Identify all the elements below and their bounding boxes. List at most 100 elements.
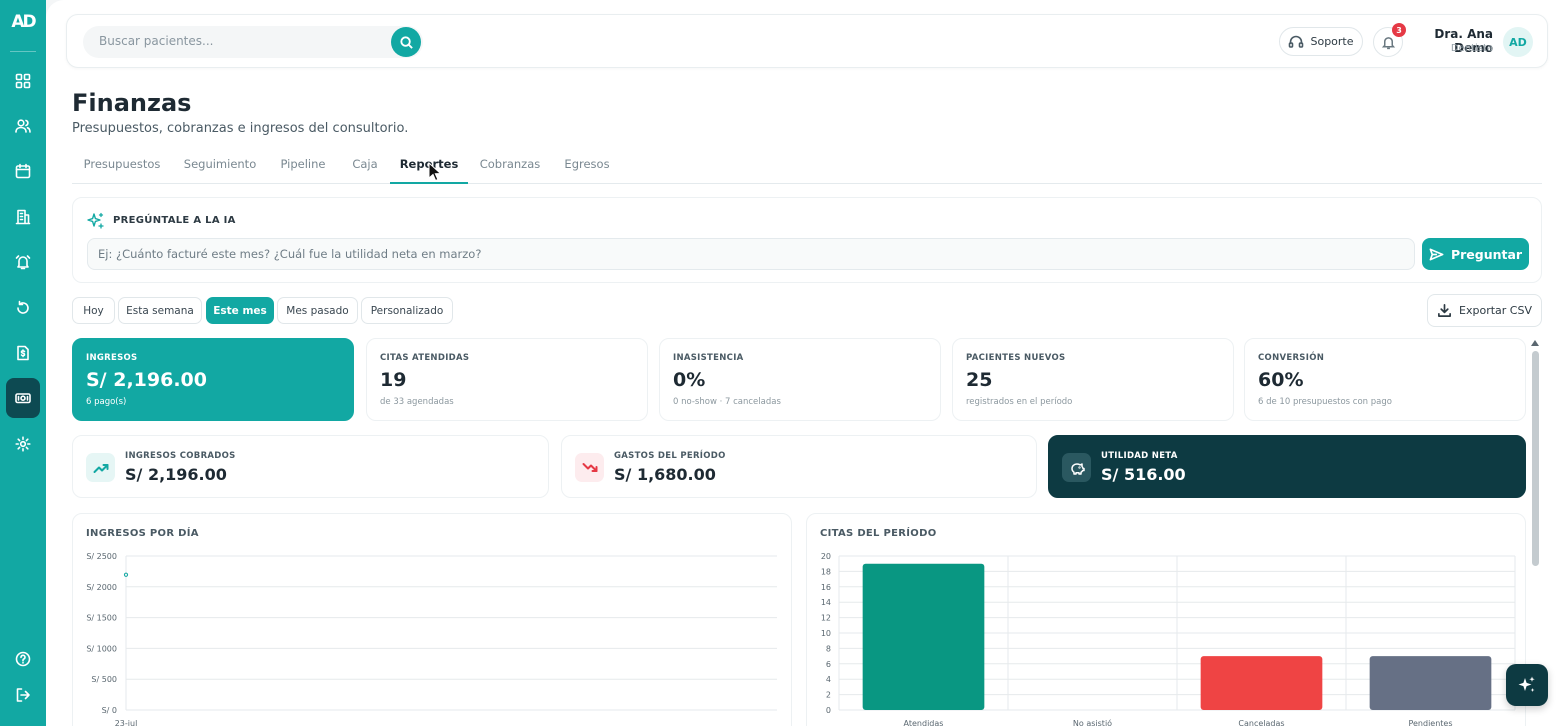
ask-label: Preguntar: [1450, 246, 1523, 262]
sidebar-item-dashboard[interactable]: [9, 67, 37, 95]
kpi-label: INGRESOS: [86, 353, 138, 363]
kpi-card-conversion: CONVERSIÓN 60% 6 de 10 presupuestos con …: [1244, 338, 1526, 421]
sparkles-icon: [87, 212, 104, 229]
scroll-up-arrow[interactable]: [1531, 340, 1539, 346]
summary-label: UTILIDAD NETA: [1101, 451, 1178, 461]
sidebar-item-finances[interactable]: [6, 378, 40, 418]
kpi-card-citas: CITAS ATENDIDAS 19 de 33 agendadas: [366, 338, 648, 421]
kpi-value: 0%: [673, 369, 706, 391]
kpi-sub: registrados en el período: [966, 397, 1073, 407]
summary-utilidad-neta: UTILIDAD NETA S/ 516.00: [1048, 435, 1526, 498]
x-tick-label: No asistió: [1073, 718, 1112, 726]
kpi-sub: 0 no-show · 7 canceladas: [673, 397, 781, 407]
summary-ingresos-cobrados: INGRESOS COBRADOS S/ 2,196.00: [72, 435, 549, 498]
period-esta-semana[interactable]: Esta semana: [118, 297, 202, 324]
sidebar-item-patients[interactable]: [9, 112, 37, 140]
sidebar-item-billing[interactable]: [9, 339, 37, 367]
export-csv-button[interactable]: Exportar CSV: [1427, 294, 1542, 327]
y-tick-label: 10: [821, 629, 831, 638]
sidebar-divider: [10, 51, 36, 52]
y-tick-label: 12: [821, 614, 831, 623]
kpi-card-ingresos: INGRESOS S/ 2,196.00 6 pago(s): [72, 338, 354, 421]
y-tick-label: S/ 1500: [86, 614, 117, 623]
period-personalizado[interactable]: Personalizado: [361, 297, 453, 324]
y-tick-label: 18: [821, 567, 831, 576]
kpi-sub: 6 pago(s): [86, 397, 127, 407]
line-chart: S/ 0 S/ 500 S/ 1000 S/ 1500 S/ 2000 S/ 2500 23…: [86, 552, 777, 726]
sidebar-item-logout[interactable]: [9, 681, 37, 709]
tab-caja[interactable]: Caja: [338, 157, 392, 184]
search-icon: [399, 35, 413, 49]
search-button[interactable]: [391, 27, 421, 57]
bar[interactable]: [1200, 656, 1323, 710]
alarm-icon: [15, 255, 31, 270]
calendar-icon: [15, 163, 31, 179]
money-icon: [15, 393, 31, 404]
refresh-icon: [17, 300, 29, 314]
user-role: Dentista: [1450, 43, 1493, 54]
trend-down-icon: [582, 462, 597, 472]
ai-question-input[interactable]: [87, 238, 1415, 270]
brand-logo[interactable]: AD: [8, 12, 38, 32]
x-tick-label: 23-jul: [115, 719, 138, 726]
sidebar-item-calendar[interactable]: [9, 157, 37, 185]
summary-value: S/ 1,680.00: [614, 465, 716, 484]
ai-assistant-fab[interactable]: [1506, 664, 1548, 706]
kpi-card-pacientes: PACIENTES NUEVOS 25 registrados en el pe…: [952, 338, 1234, 421]
gear-icon: [15, 436, 31, 452]
building-icon: [15, 209, 31, 225]
sparkles-icon: [1518, 676, 1535, 692]
period-mes-pasado[interactable]: Mes pasado: [277, 297, 358, 324]
ai-label: PREGÚNTALE A LA IA: [113, 215, 236, 226]
sidebar-item-reminders[interactable]: [9, 248, 37, 276]
kpi-label: CONVERSIÓN: [1258, 353, 1325, 363]
bar[interactable]: [1369, 656, 1492, 710]
avatar[interactable]: AD: [1503, 27, 1533, 57]
bar[interactable]: [862, 563, 985, 710]
y-tick-label: 6: [826, 660, 831, 669]
help-icon: [15, 651, 31, 667]
scrollbar-thumb[interactable]: [1532, 351, 1539, 566]
chart-card-citas-del-periodo: CITAS DEL PERÍODO 0 2 4 6 8 10 12 14 16 18 20 Atend…: [806, 513, 1526, 726]
tab-cobranzas[interactable]: Cobranzas: [468, 157, 552, 184]
headset-icon: [1289, 35, 1304, 48]
tab-seguimiento[interactable]: Seguimiento: [172, 157, 268, 184]
summary-value: S/ 516.00: [1101, 465, 1186, 484]
tab-egresos[interactable]: Egresos: [552, 157, 622, 184]
sidebar-item-history[interactable]: [9, 294, 37, 322]
kpi-label: INASISTENCIA: [673, 353, 744, 363]
page-subtitle: Presupuestos, cobranzas e ingresos del c…: [72, 121, 409, 136]
y-tick-label: 4: [826, 675, 831, 684]
chart-card-ingresos-por-dia: INGRESOS POR DÍA S/ 0 S/ 500 S/ 1000 S/ 150…: [72, 513, 792, 726]
support-label: Soporte: [1310, 35, 1354, 48]
period-este-mes[interactable]: Este mes: [206, 297, 274, 324]
sidebar-item-help[interactable]: [9, 645, 37, 673]
summary-gastos: GASTOS DEL PERÍODO S/ 1,680.00: [561, 435, 1037, 498]
ask-button[interactable]: Preguntar: [1422, 238, 1529, 270]
period-hoy[interactable]: Hoy: [72, 297, 115, 324]
sidebar-item-settings[interactable]: [9, 430, 37, 458]
tab-presupuestos[interactable]: Presupuestos: [72, 157, 172, 184]
bar-chart: 0 2 4 6 8 10 12 14 16 18 20 Atendidas No asistió Canc…: [821, 552, 1516, 726]
search-input[interactable]: [99, 34, 379, 48]
summary-value: S/ 2,196.00: [125, 465, 227, 484]
x-tick-label: Pendientes: [1408, 719, 1452, 726]
kpi-sub: de 33 agendadas: [380, 397, 454, 407]
sum-icon-box: [86, 453, 115, 482]
sidebar-item-clinic[interactable]: [9, 203, 37, 231]
page-title: Finanzas: [72, 89, 192, 117]
summary-label: GASTOS DEL PERÍODO: [614, 451, 726, 461]
y-tick-label: S/ 0: [102, 706, 117, 715]
y-tick-label: 16: [821, 583, 831, 592]
kpi-value: 19: [380, 369, 407, 391]
bell-icon: [1381, 36, 1395, 49]
tab-pipeline[interactable]: Pipeline: [268, 157, 338, 184]
support-button[interactable]: Soporte: [1279, 27, 1363, 56]
kpi-value: S/ 2,196.00: [86, 369, 207, 391]
finance-tabs: Presupuestos Seguimiento Pipeline Caja R…: [72, 152, 1542, 184]
send-icon: [1429, 248, 1444, 260]
y-tick-label: S/ 500: [91, 675, 117, 684]
search-box: [83, 26, 423, 58]
kpi-label: CITAS ATENDIDAS: [380, 353, 470, 363]
mouse-cursor: [428, 162, 442, 182]
